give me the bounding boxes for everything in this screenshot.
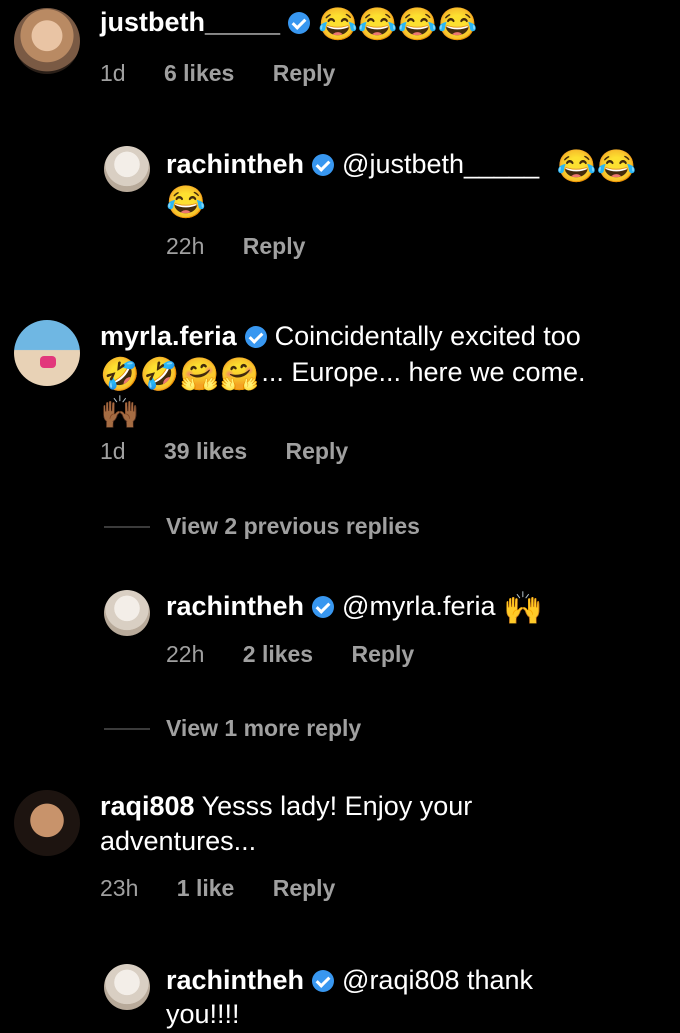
laughing-emoji: 😂 bbox=[166, 184, 206, 220]
laughing-emoji: 😂😂 bbox=[556, 148, 637, 184]
likes-count[interactable]: 2 likes bbox=[243, 641, 313, 667]
comment-body: adventures... bbox=[100, 826, 257, 856]
avatar[interactable] bbox=[14, 8, 80, 74]
comment-text: rachintheh @raqi808 thank bbox=[166, 962, 533, 998]
comment-text: justbeth_____ 😂😂😂😂 bbox=[100, 4, 479, 40]
verified-icon bbox=[312, 596, 335, 618]
raised-hands-emoji: 🙌 bbox=[502, 590, 543, 626]
username[interactable]: rachintheh bbox=[166, 965, 304, 995]
comment-body: Coincidentally excited too bbox=[274, 321, 581, 351]
timestamp: 22h bbox=[166, 233, 205, 259]
view-more-replies-button[interactable]: View 1 more reply bbox=[166, 715, 361, 742]
view-previous-replies-button[interactable]: View 2 previous replies bbox=[166, 513, 420, 540]
timestamp: 1d bbox=[100, 60, 126, 86]
comment-body: @raqi808 thank bbox=[342, 965, 534, 995]
comment-meta: 22h Reply bbox=[166, 233, 305, 260]
timestamp: 23h bbox=[100, 875, 139, 901]
likes-count[interactable]: 39 likes bbox=[164, 438, 247, 464]
likes-count[interactable]: 1 like bbox=[177, 875, 235, 901]
verified-icon bbox=[312, 970, 335, 992]
raised-hands-emoji: 🙌🏾 bbox=[100, 394, 140, 430]
verified-icon bbox=[312, 154, 335, 176]
laughing-emoji: 😂😂😂😂 bbox=[318, 6, 478, 42]
thread-line bbox=[104, 728, 150, 730]
verified-icon bbox=[288, 12, 311, 34]
reply-button[interactable]: Reply bbox=[286, 438, 349, 464]
reply-button[interactable]: Reply bbox=[273, 875, 336, 901]
comment-meta: 1d 6 likes Reply bbox=[100, 60, 335, 87]
comment-text-continued: 🙌🏾 bbox=[100, 392, 142, 428]
username[interactable]: raqi808 bbox=[100, 791, 195, 821]
thread-line bbox=[104, 526, 150, 528]
avatar[interactable] bbox=[104, 146, 150, 192]
avatar[interactable] bbox=[14, 320, 80, 386]
username[interactable]: rachintheh bbox=[166, 149, 304, 179]
comment-text-continued: you!!!! bbox=[166, 996, 240, 1032]
username[interactable]: myrla.feria bbox=[100, 321, 237, 351]
likes-count[interactable]: 6 likes bbox=[164, 60, 234, 86]
verified-icon bbox=[244, 326, 267, 348]
timestamp: 22h bbox=[166, 641, 205, 667]
comment-body: you!!!! bbox=[166, 999, 240, 1029]
username[interactable]: justbeth_____ bbox=[100, 7, 280, 37]
username[interactable]: rachintheh bbox=[166, 591, 304, 621]
mention-link[interactable]: @myrla.feria bbox=[342, 591, 495, 621]
rofl-hug-emoji: 🤣🤣🤗🤗 bbox=[100, 356, 260, 392]
comment-meta: 23h 1 like Reply bbox=[100, 875, 335, 902]
reply-button[interactable]: Reply bbox=[243, 233, 306, 259]
comment-text: rachintheh @myrla.feria 🙌 bbox=[166, 588, 545, 624]
reply-button[interactable]: Reply bbox=[352, 641, 415, 667]
comment-text-continued: 🤣🤣🤗🤗... Europe... here we come. bbox=[100, 354, 586, 390]
avatar[interactable] bbox=[14, 790, 80, 856]
avatar[interactable] bbox=[104, 590, 150, 636]
reply-button[interactable]: Reply bbox=[273, 60, 336, 86]
comment-text-continued: adventures... bbox=[100, 823, 256, 859]
comment-meta: 1d 39 likes Reply bbox=[100, 438, 348, 465]
comment-text-continued: 😂 bbox=[166, 182, 208, 218]
comment-text: rachintheh @justbeth_____ 😂😂 bbox=[166, 146, 638, 182]
comment-body: ... Europe... here we come. bbox=[261, 357, 586, 387]
comment-text: raqi808 Yesss lady! Enjoy your bbox=[100, 788, 472, 824]
comment-text: myrla.feria Coincidentally excited too bbox=[100, 318, 581, 354]
avatar[interactable] bbox=[104, 964, 150, 1010]
mention-link[interactable]: @justbeth_____ bbox=[342, 149, 539, 179]
comment-body: Yesss lady! Enjoy your bbox=[201, 791, 473, 821]
timestamp: 1d bbox=[100, 438, 126, 464]
comment-meta: 22h 2 likes Reply bbox=[166, 641, 414, 668]
